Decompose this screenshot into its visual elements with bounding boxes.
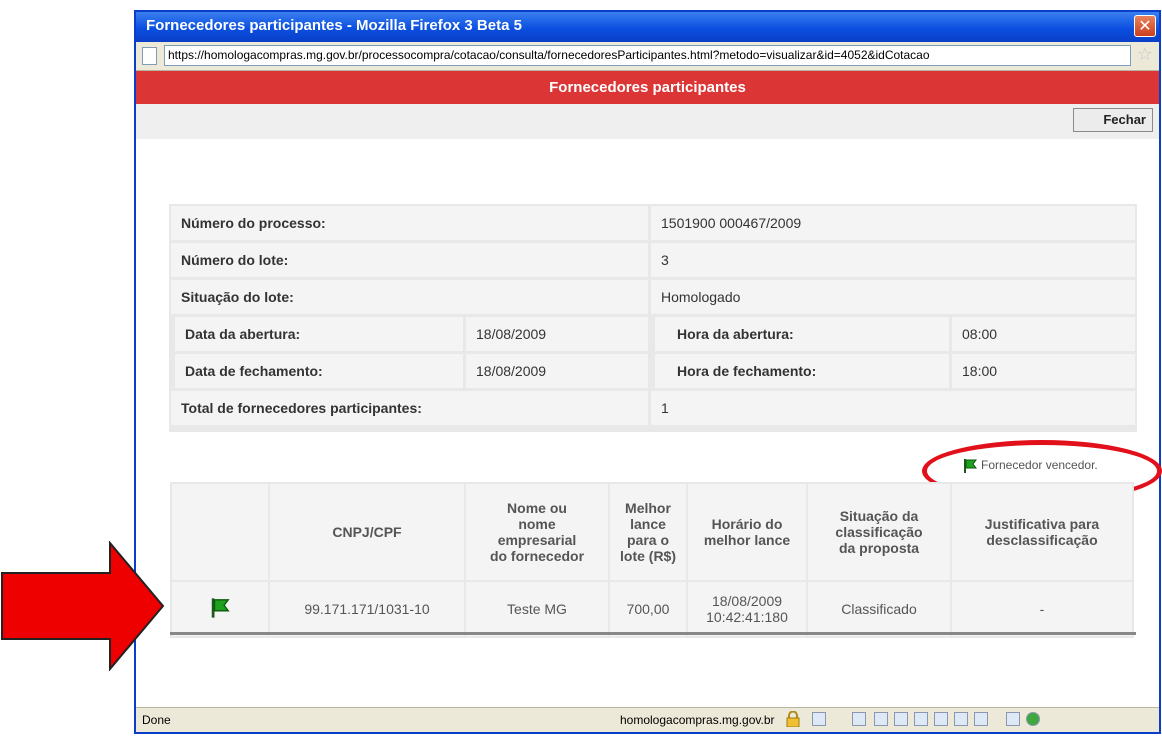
table-bottom-border: [170, 632, 1136, 635]
header-horario: Horário do melhor lance: [688, 484, 806, 580]
situacao-value: Homologado: [651, 280, 1135, 314]
window-title: Fornecedores participantes - Mozilla Fir…: [146, 17, 522, 34]
header-icon-col: [172, 484, 268, 580]
header-nome: Nome ou nome empresarial do fornecedor: [466, 484, 608, 580]
data-abertura-label: Data da abertura:: [175, 317, 463, 351]
status-text: Done: [142, 713, 171, 727]
total-value: 1: [651, 391, 1135, 425]
data-fechamento-value: 18/08/2009: [466, 354, 648, 388]
network-icon[interactable]: [874, 712, 888, 726]
info-row-abertura: Data da abertura: 18/08/2009 Hora da abe…: [171, 317, 1137, 351]
data-abertura-value: 18/08/2009: [466, 317, 648, 351]
table-header-row: CNPJ/CPF Nome ou nome empresarial do fornec…: [172, 484, 1132, 580]
lote-value: 3: [651, 243, 1135, 277]
lote-label: Número do lote:: [171, 243, 648, 277]
header-situacao: Situação da classificação da proposta: [808, 484, 950, 580]
hora-fechamento-value: 18:00: [952, 354, 1135, 388]
header-lance: Melhor lance para o lote (R$): [610, 484, 686, 580]
annotation-arrow: [1, 541, 165, 671]
header-justificativa: Justificativa para desclassificação: [952, 484, 1132, 580]
page-info-icon[interactable]: [812, 712, 826, 726]
winner-flag-cell: [172, 582, 268, 636]
page-heading: Fornecedores participantes: [136, 71, 1159, 104]
info-row-lote: Número do lote: 3: [171, 243, 1137, 277]
green-flag-icon: [211, 597, 230, 618]
save-icon[interactable]: [894, 712, 908, 726]
justificativa-cell: -: [952, 582, 1132, 636]
processo-value: 1501900 000467/2009: [651, 206, 1135, 240]
hora-abertura-value: 08:00: [952, 317, 1135, 351]
status-bar: Done homologacompras.mg.gov.br: [136, 707, 1159, 732]
process-info: Número do processo: 1501900 000467/2009 …: [169, 204, 1137, 432]
tools-icon[interactable]: [1006, 712, 1020, 726]
info-row-total: Total de fornecedores participantes: 1: [171, 391, 1137, 425]
toolbar-band: Fechar: [136, 104, 1159, 139]
info-row-fechamento: Data de fechamento: 18/08/2009 Hora de f…: [171, 354, 1137, 388]
header-cnpj: CNPJ/CPF: [270, 484, 464, 580]
horario-cell: 18/08/2009 10:42:41:180: [688, 582, 806, 636]
close-page-button[interactable]: Fechar: [1073, 108, 1153, 132]
bookmark-star-icon[interactable]: ☆: [1137, 45, 1153, 65]
page-icon: [142, 47, 157, 65]
title-bar[interactable]: Fornecedores participantes - Mozilla Fir…: [136, 12, 1159, 42]
info-row-situacao: Situação do lote: Homologado: [171, 280, 1137, 314]
processo-label: Número do processo:: [171, 206, 648, 240]
chart-icon[interactable]: [974, 712, 988, 726]
situacao-label: Situação do lote:: [171, 280, 648, 314]
nome-cell: Teste MG: [466, 582, 608, 636]
situacao-cell: Classificado: [808, 582, 950, 636]
print-icon[interactable]: [914, 712, 928, 726]
hora-fechamento-label: Hora de fechamento:: [655, 354, 949, 388]
edit-icon[interactable]: [852, 712, 866, 726]
status-domain: homologacompras.mg.gov.br: [620, 713, 775, 727]
data-fechamento-label: Data de fechamento:: [175, 354, 463, 388]
window-close-button[interactable]: ✕: [1134, 15, 1156, 37]
address-bar: https://homologacompras.mg.gov.br/proces…: [136, 42, 1159, 71]
refresh-icon[interactable]: [934, 712, 948, 726]
hora-abertura-label: Hora da abertura:: [655, 317, 949, 351]
results-table: CNPJ/CPF Nome ou nome empresarial do fornec…: [170, 482, 1134, 638]
window-icon[interactable]: [954, 712, 968, 726]
total-label: Total de fornecedores participantes:: [171, 391, 648, 425]
cnpj-cell: 99.171.171/1031-10: [270, 582, 464, 636]
info-row-processo: Número do processo: 1501900 000467/2009: [171, 206, 1137, 240]
status-ok-icon[interactable]: [1026, 712, 1040, 726]
table-row: 99.171.171/1031-10 Teste MG 700,00 18/08…: [172, 582, 1132, 636]
lock-icon: [786, 711, 800, 727]
url-field[interactable]: https://homologacompras.mg.gov.br/proces…: [164, 45, 1131, 66]
lance-cell: 700,00: [610, 582, 686, 636]
